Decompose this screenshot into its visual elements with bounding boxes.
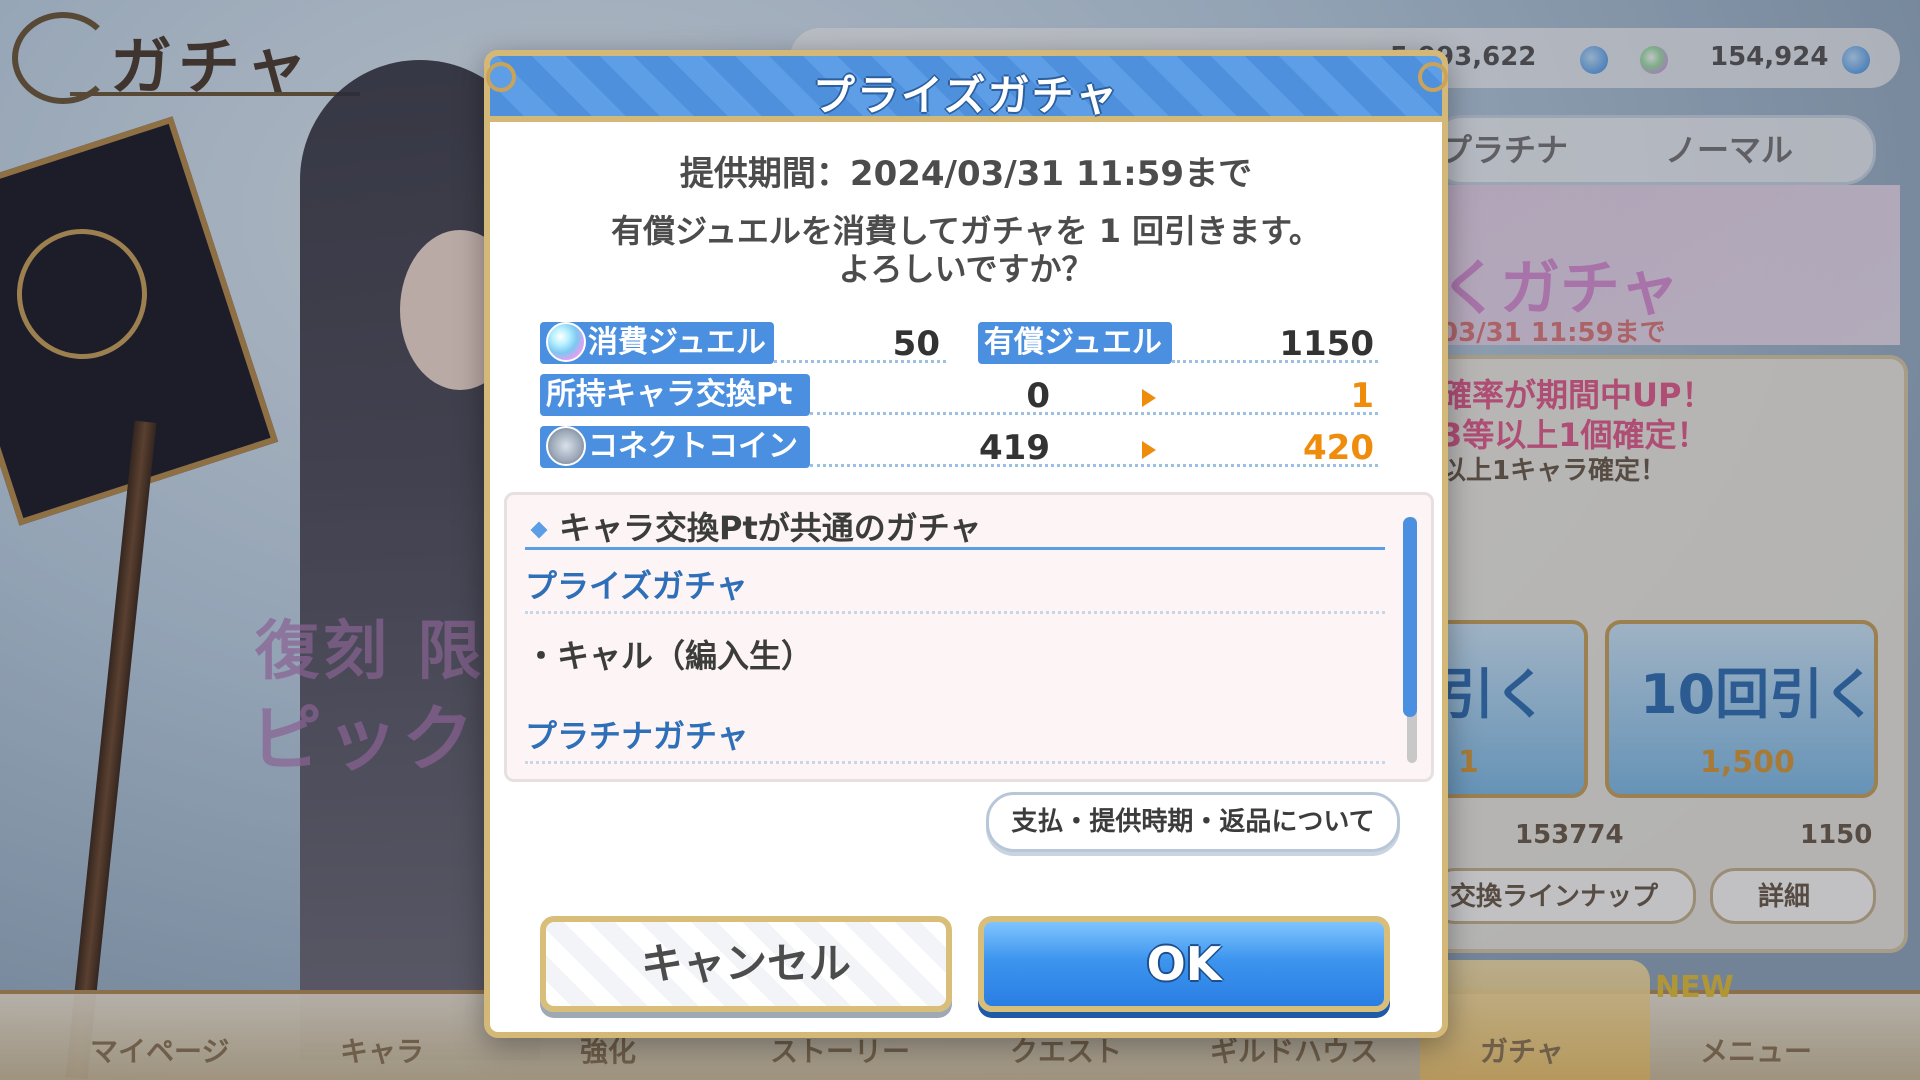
consume-jewel-value: 50	[892, 324, 940, 364]
corner-ornament-icon	[1418, 62, 1448, 92]
payment-info-button[interactable]: 支払・提供時期・返品について	[986, 792, 1400, 852]
ok-button[interactable]: OK	[978, 916, 1390, 1012]
list-header: キャラ交換Ptが共通のガチャ	[525, 503, 981, 549]
chara-pt-before: 0	[1026, 376, 1050, 416]
consume-jewel-label-text: 消費ジュエル	[588, 325, 766, 360]
paid-jewel-label-text: 有償ジュエル	[984, 325, 1162, 360]
list-item: プライズガチャ	[525, 567, 748, 605]
list-header-underline	[525, 547, 1385, 550]
prize-gacha-dialog: プライズガチャ 提供期間：2024/03/31 11:59まで 有償ジュエルを消…	[484, 50, 1448, 1038]
confirm-question: よろしいですか？	[838, 250, 1094, 288]
list-header-text: キャラ交換Ptが共通のガチャ	[559, 509, 982, 547]
arrow-right-icon	[1142, 389, 1156, 407]
list-divider	[525, 611, 1385, 614]
list-divider	[525, 761, 1385, 764]
paid-jewel-value: 1150	[1279, 324, 1374, 364]
list-item: ・キャル（編入生）	[525, 637, 814, 675]
connect-coin-label: コネクトコイン	[540, 425, 810, 468]
cancel-button[interactable]: キャンセル	[540, 916, 952, 1012]
coin-icon	[546, 425, 586, 466]
corner-ornament-icon	[486, 62, 516, 92]
list-scrollbar-thumb[interactable]	[1403, 517, 1417, 717]
paid-jewel-label: 有償ジュエル	[978, 322, 1172, 364]
connect-coin-after: 420	[1303, 428, 1374, 468]
shared-pt-gacha-list[interactable]: キャラ交換Ptが共通のガチャ プライズガチャ ・キャル（編入生） プラチナガチャ	[504, 492, 1434, 782]
connect-coin-label-text: コネクトコイン	[588, 429, 798, 464]
arrow-right-icon	[1142, 441, 1156, 459]
connect-coin-before: 419	[979, 428, 1050, 468]
chara-pt-label: 所持キャラ交換Pt	[540, 374, 810, 416]
consume-jewel-label: 消費ジュエル	[540, 321, 774, 364]
dialog-title: プライズガチャ	[812, 71, 1120, 120]
offer-period: 提供期間：2024/03/31 11:59まで	[679, 154, 1253, 194]
list-item: プラチナガチャ	[525, 717, 749, 755]
chara-pt-label-text: 所持キャラ交換Pt	[546, 377, 793, 412]
dialog-header: プライズガチャ	[484, 50, 1448, 122]
diamond-bullet-icon	[530, 521, 548, 539]
jewel-icon	[546, 321, 586, 362]
chara-pt-after: 1	[1350, 376, 1374, 416]
